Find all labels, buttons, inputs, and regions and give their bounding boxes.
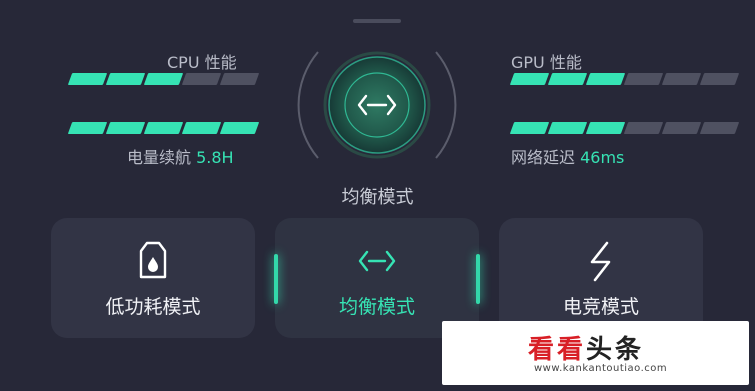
- cpu-segment: [143, 73, 184, 85]
- battery-drop-icon: [139, 241, 167, 279]
- gpu-label: GPU 性能: [511, 53, 582, 72]
- low-power-mode-card[interactable]: 低功耗模式: [51, 218, 255, 338]
- latency-segment: [509, 122, 550, 134]
- balanced-mode-card[interactable]: 均衡模式: [274, 218, 480, 338]
- latency-segment: [623, 122, 664, 134]
- gpu-segment: [623, 73, 664, 85]
- latency-segment: [661, 122, 702, 134]
- watermark-url: www.kankantoutiao.com: [534, 363, 668, 374]
- drag-handle[interactable]: [353, 19, 401, 23]
- watermark-brand: 看看头条: [528, 335, 645, 365]
- cpu-segment: [181, 73, 222, 85]
- cpu-segment: [219, 73, 260, 85]
- cpu-segment: [105, 73, 146, 85]
- latency-segment: [585, 122, 626, 134]
- current-mode-title: 均衡模式: [341, 187, 414, 208]
- balance-arrows-icon: [358, 250, 396, 272]
- latency-label: 网络延迟: [511, 148, 576, 167]
- battery-value: 5.8H: [196, 148, 234, 167]
- gpu-segment: [547, 73, 588, 85]
- network-latency: 网络延迟 46ms: [511, 144, 624, 168]
- lightning-icon: [590, 241, 611, 282]
- battery-segment: [143, 122, 184, 134]
- latency-segment: [699, 122, 740, 134]
- cpu-segment: [67, 73, 108, 85]
- latency-segment: [547, 122, 588, 134]
- cpu-label: CPU 性能: [167, 53, 237, 72]
- watermark: 看看头条 www.kankantoutiao.com: [442, 321, 749, 385]
- low-power-mode-label: 低功耗模式: [105, 296, 201, 318]
- gpu-segment: [585, 73, 626, 85]
- battery-segment: [67, 122, 108, 134]
- latency-value: 46ms: [580, 148, 625, 167]
- mode-dial: [297, 51, 457, 159]
- battery-segment: [219, 122, 260, 134]
- battery-endurance: 电量续航 5.8H: [127, 144, 234, 168]
- gpu-segment: [509, 73, 550, 85]
- battery-segment: [181, 122, 222, 134]
- balanced-mode-label: 均衡模式: [338, 296, 415, 318]
- esports-mode-card[interactable]: 电竞模式: [499, 218, 703, 338]
- battery-label: 电量续航: [127, 148, 192, 167]
- gpu-segment: [699, 73, 740, 85]
- esports-mode-label: 电竞模式: [562, 296, 639, 318]
- gpu-segment: [661, 73, 702, 85]
- battery-segment: [105, 122, 146, 134]
